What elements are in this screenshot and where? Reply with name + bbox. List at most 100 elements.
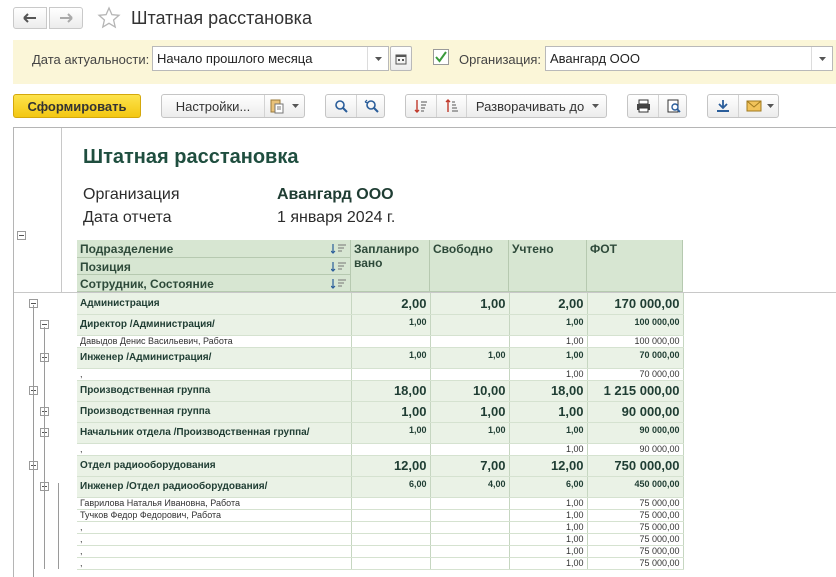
cell-free (430, 443, 510, 456)
cell-planned: 12,00 (351, 455, 431, 477)
group-row[interactable]: Производственная группа 1,00 1,00 1,00 90 00… (77, 401, 684, 423)
search-clear-button[interactable] (356, 95, 386, 117)
cell-planned (351, 521, 431, 534)
cell-free: 1,00 (430, 422, 510, 444)
header-employee[interactable]: Сотрудник, Состояние (77, 275, 351, 292)
calendar-icon (395, 54, 407, 64)
group-row[interactable]: Инженер /Администрация/1,00 1,00 1,00 70 00… (77, 347, 684, 369)
print-preview-icon (667, 99, 681, 113)
back-button[interactable] (13, 7, 47, 29)
search-icon (335, 100, 348, 113)
org-select[interactable]: Авангард ООО (545, 46, 833, 71)
table-row[interactable]: , 1,00 90 000,00 (77, 443, 684, 456)
header-planned[interactable]: Запланиро вано (351, 240, 430, 292)
toolbar: Сформировать Настройки... Разворачивать … (0, 90, 836, 122)
checkmark-icon (435, 51, 447, 63)
print-button[interactable] (628, 95, 658, 117)
cell-counted: 1,00 (509, 443, 588, 456)
cell-counted: 1,00 (509, 368, 588, 381)
org-checkbox[interactable] (433, 49, 449, 65)
header-counted[interactable]: Учтено (509, 240, 587, 292)
group-row[interactable]: Администрация 2,00 1,00 2,00 170 000,00 (77, 293, 684, 315)
cell-free: 7,00 (430, 455, 510, 477)
search-button[interactable] (326, 95, 356, 117)
group-row[interactable]: Инженер /Отдел радиооборудования/6,00 4,0… (77, 476, 684, 498)
report-title: Штатная расстановка (83, 146, 299, 168)
chevron-down-icon[interactable] (811, 47, 832, 70)
org-select-value: Авангард ООО (550, 51, 640, 66)
cell-name: , (77, 545, 352, 558)
cell-name: Производственная группа (77, 401, 352, 423)
table-row[interactable]: , 1,00 75 000,00 (77, 557, 684, 570)
generate-button[interactable]: Сформировать (13, 94, 141, 118)
header-fot[interactable]: ФОТ (587, 240, 683, 292)
cell-planned (351, 557, 431, 570)
cell-free (430, 557, 510, 570)
tree-line (33, 305, 34, 577)
expand-to-dropdown[interactable]: Разворачивать до (466, 95, 608, 117)
sort-icon[interactable] (331, 278, 347, 289)
cell-counted: 1,00 (509, 545, 588, 558)
export-group (707, 94, 779, 118)
table-row[interactable]: , 1,00 70 000,00 (77, 368, 684, 381)
cell-free: 10,00 (430, 380, 510, 402)
forward-button[interactable] (49, 7, 83, 29)
cell-fot: 90 000,00 (587, 401, 684, 423)
chevron-down-icon[interactable] (367, 47, 388, 70)
cell-counted: 18,00 (509, 380, 588, 402)
collapse-toggle[interactable] (17, 231, 26, 240)
cell-free: 4,00 (430, 476, 510, 498)
group-row[interactable]: Директор /Администрация/1,00 1,00 100 000,… (77, 314, 684, 336)
cell-counted: 2,00 (509, 293, 588, 315)
favorite-star-icon[interactable] (97, 6, 121, 30)
save-button[interactable] (708, 95, 738, 117)
calendar-button[interactable] (390, 46, 412, 71)
cell-free (430, 368, 510, 381)
sort-icon[interactable] (331, 243, 347, 254)
collapse-all-button[interactable] (406, 95, 436, 117)
report-date-value: 1 января 2024 г. (277, 209, 396, 226)
expand-all-button[interactable] (436, 95, 466, 117)
table-row[interactable]: Гаврилова Наталья Ивановна, Работа 1,00 75… (77, 497, 684, 510)
report-org-label: Организация (83, 186, 180, 203)
chevron-down-icon (292, 104, 299, 108)
cell-planned: 1,00 (351, 422, 431, 444)
header-free[interactable]: Свободно (430, 240, 509, 292)
sort-icon[interactable] (331, 261, 347, 272)
cell-name: Инженер /Администрация/ (77, 347, 352, 369)
cell-fot: 90 000,00 (587, 443, 684, 456)
cell-free (430, 509, 510, 522)
cell-free (430, 314, 510, 336)
title-bar: Штатная расстановка (0, 0, 836, 38)
print-preview-button[interactable] (658, 95, 688, 117)
cell-name: Инженер /Отдел радиооборудования/ (77, 476, 352, 498)
cell-counted: 1,00 (509, 509, 588, 522)
table-row[interactable]: Давыдов Денис Васильевич, Работа 1,00 100 … (77, 335, 684, 348)
cell-fot: 100 000,00 (587, 335, 684, 348)
table-row[interactable]: , 1,00 75 000,00 (77, 533, 684, 546)
cell-planned (351, 497, 431, 510)
org-label: Организация: (459, 52, 542, 67)
cell-counted: 1,00 (509, 314, 588, 336)
cell-counted: 1,00 (509, 557, 588, 570)
header-position[interactable]: Позиция (77, 258, 351, 275)
date-select[interactable]: Начало прошлого месяца (152, 46, 389, 71)
send-email-button[interactable] (738, 95, 780, 117)
group-row[interactable]: Начальник отдела /Производственная групп… (77, 422, 684, 444)
cell-planned (351, 533, 431, 546)
cell-name: Директор /Администрация/ (77, 314, 352, 336)
cell-free (430, 521, 510, 534)
variant-button[interactable] (264, 95, 304, 117)
cell-counted: 1,00 (509, 533, 588, 546)
table-row[interactable]: , 1,00 75 000,00 (77, 521, 684, 534)
cell-free: 1,00 (430, 347, 510, 369)
cell-fot: 750 000,00 (587, 455, 684, 477)
print-group (627, 94, 687, 118)
settings-button[interactable]: Настройки... (162, 95, 264, 117)
group-row[interactable]: Отдел радиооборудования 12,00 7,00 12,00 750… (77, 455, 684, 477)
header-division[interactable]: Подразделение (77, 240, 351, 258)
chevron-down-icon (592, 104, 600, 108)
table-row[interactable]: , 1,00 75 000,00 (77, 545, 684, 558)
group-row[interactable]: Производственная группа 18,00 10,00 18,00 1 … (77, 380, 684, 402)
table-row[interactable]: Тучков Федор Федорович, Работа 1,00 75 000… (77, 509, 684, 522)
